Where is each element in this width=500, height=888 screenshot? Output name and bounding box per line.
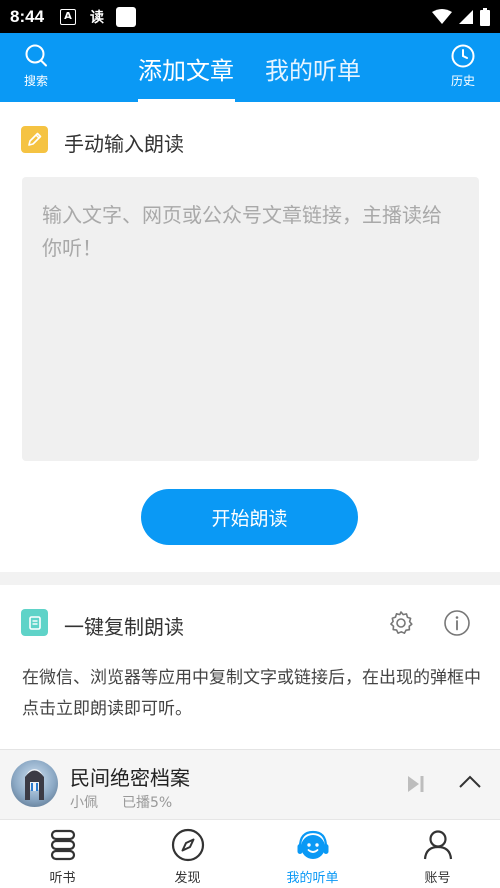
nav-label-discover: 发现 xyxy=(174,871,201,886)
search-button[interactable]: 搜索 xyxy=(11,43,61,89)
bottom-nav: 听书 发现 我的听单 账号 xyxy=(0,819,500,888)
nav-item-discover[interactable]: 发现 xyxy=(125,820,250,888)
player-author: 小佩 xyxy=(70,795,98,811)
settings-gear-icon[interactable] xyxy=(387,609,415,637)
nav-item-my-playlist[interactable]: 我的听单 xyxy=(250,820,375,888)
search-icon xyxy=(25,44,47,67)
copy-document-icon xyxy=(21,609,48,636)
manual-section-title: 手动输入朗读 xyxy=(64,132,184,156)
stack-icon xyxy=(50,829,75,861)
compass-icon xyxy=(171,828,204,862)
wifi-icon xyxy=(432,8,452,24)
top-header: 搜索 添加文章 我的听单 历史 xyxy=(0,33,500,102)
nav-item-books[interactable]: 听书 xyxy=(0,820,125,888)
reader-notification-icon: 读 xyxy=(90,9,105,26)
pencil-icon xyxy=(21,126,48,153)
book-cover-avatar xyxy=(11,760,58,807)
player-progress: 已播5% xyxy=(122,795,173,811)
headphone-face-icon xyxy=(297,830,328,859)
play-next-icon[interactable] xyxy=(406,774,426,794)
start-reading-button[interactable]: 开始朗读 xyxy=(141,489,358,545)
copy-section-description: 在微信、浏览器等应用中复制文字或链接后，在出现的弹框中点击立即朗读即可听。 xyxy=(22,668,481,719)
search-label: 搜索 xyxy=(23,74,48,88)
article-text-input[interactable]: 输入文字、网页或公众号文章链接，主播读给你听！ xyxy=(22,177,479,461)
mini-player[interactable]: 民间绝密档案 小佩 已播5% xyxy=(0,749,500,819)
expand-chevron-up-icon[interactable] xyxy=(458,774,482,790)
square-notification-icon xyxy=(116,6,137,27)
copy-section-title: 一键复制朗读 xyxy=(64,615,184,639)
player-title: 民间绝密档案 xyxy=(70,766,190,790)
clock-icon xyxy=(451,44,475,68)
copy-read-card: 一键复制朗读 在微信、浏览器等应用中复制文字或链接后，在出现的弹框中点击立即朗读… xyxy=(0,585,500,750)
manual-read-card: 手动输入朗读 输入文字、网页或公众号文章链接，主播读给你听！ 开始朗读 xyxy=(0,102,500,572)
history-button[interactable]: 历史 xyxy=(438,43,488,89)
battery-icon xyxy=(480,7,490,26)
info-icon[interactable] xyxy=(443,609,471,637)
nav-item-account[interactable]: 账号 xyxy=(375,820,500,888)
status-time: 8:44 xyxy=(10,6,45,26)
nav-label-books: 听书 xyxy=(49,871,76,886)
status-bar: 8:44 A 读 xyxy=(0,0,500,33)
nav-label-my-playlist: 我的听单 xyxy=(286,871,339,886)
tab-add-article[interactable]: 添加文章 xyxy=(138,51,234,86)
tab-my-playlist[interactable]: 我的听单 xyxy=(265,51,361,86)
history-label: 历史 xyxy=(450,74,475,88)
nav-label-account: 账号 xyxy=(424,871,451,886)
person-icon xyxy=(423,830,452,860)
app-notification-icon: A xyxy=(60,8,77,25)
signal-icon xyxy=(459,9,473,24)
